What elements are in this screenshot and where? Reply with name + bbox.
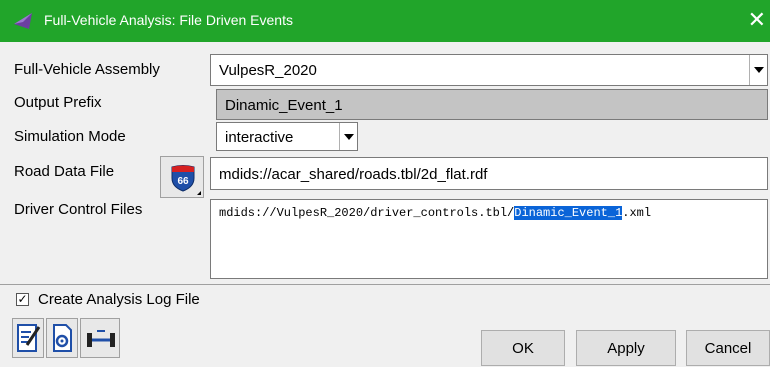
assembly-value: VulpesR_2020 bbox=[219, 62, 317, 79]
title-bar: Full-Vehicle Analysis: File Driven Event… bbox=[0, 0, 770, 42]
dropdown-corner-icon bbox=[197, 191, 201, 195]
ok-button[interactable]: OK bbox=[481, 330, 565, 366]
vehicle-icon bbox=[87, 330, 115, 347]
chevron-down-icon[interactable] bbox=[339, 123, 357, 150]
driver-control-selection: Dinamic_Event_1 bbox=[514, 206, 623, 220]
file-settings-icon bbox=[53, 324, 72, 352]
create-log-checkbox[interactable]: ✓ bbox=[16, 293, 29, 306]
separator bbox=[0, 284, 770, 285]
assembly-label: Full-Vehicle Assembly bbox=[14, 61, 160, 78]
svg-text:66: 66 bbox=[177, 176, 189, 187]
driver-control-suffix: .xml bbox=[622, 206, 652, 220]
simulation-mode-value: interactive bbox=[225, 129, 294, 146]
output-prefix-field[interactable]: Dinamic_Event_1 bbox=[216, 89, 768, 120]
simulation-mode-select[interactable]: interactive bbox=[216, 122, 358, 151]
driver-control-label: Driver Control Files bbox=[14, 201, 143, 218]
highway-shield-icon: 66 bbox=[171, 165, 195, 192]
file-settings-button[interactable] bbox=[46, 318, 78, 358]
simulation-mode-label: Simulation Mode bbox=[14, 128, 126, 145]
close-button[interactable]: ✕ bbox=[744, 0, 770, 42]
output-prefix-label: Output Prefix bbox=[14, 94, 102, 111]
road-browse-button[interactable]: 66 bbox=[160, 156, 204, 198]
driver-control-prefix: mdids://VulpesR_2020/driver_controls.tbl… bbox=[219, 206, 515, 220]
cancel-button[interactable]: Cancel bbox=[686, 330, 770, 366]
chevron-down-icon[interactable] bbox=[749, 55, 767, 85]
assembly-dropdown[interactable]: VulpesR_2020 bbox=[210, 54, 768, 86]
notes-button[interactable] bbox=[12, 318, 44, 358]
vehicle-button[interactable] bbox=[80, 318, 120, 358]
notes-icon bbox=[17, 324, 41, 352]
road-data-label: Road Data File bbox=[14, 163, 115, 180]
driver-control-path: mdids://VulpesR_2020/driver_controls.tbl… bbox=[219, 206, 651, 220]
road-data-field[interactable]: mdids://acar_shared/roads.tbl/2d_flat.rd… bbox=[210, 157, 768, 190]
apply-button[interactable]: Apply bbox=[576, 330, 676, 366]
road-data-value: mdids://acar_shared/roads.tbl/2d_flat.rd… bbox=[219, 166, 488, 183]
window-title: Full-Vehicle Analysis: File Driven Event… bbox=[44, 12, 293, 28]
output-prefix-value: Dinamic_Event_1 bbox=[225, 97, 343, 114]
driver-control-textarea[interactable]: mdids://VulpesR_2020/driver_controls.tbl… bbox=[210, 199, 768, 279]
app-logo-icon bbox=[14, 13, 32, 29]
create-log-label: Create Analysis Log File bbox=[38, 291, 200, 308]
